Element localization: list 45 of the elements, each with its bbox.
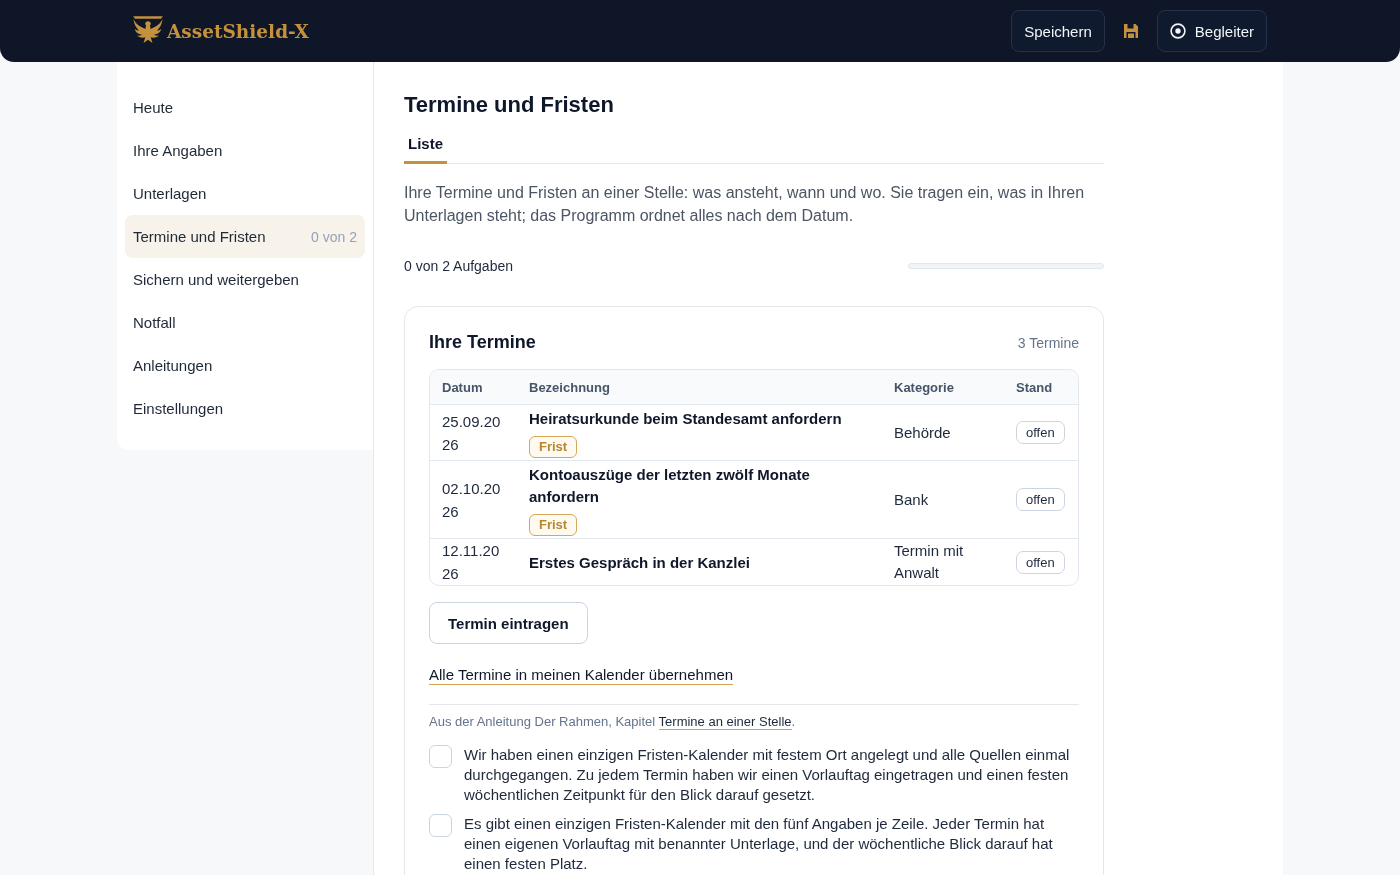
date-cell-text: 02.10.2026	[441, 478, 502, 522]
tab[interactable]: Liste	[404, 130, 447, 164]
checkbox[interactable]	[429, 814, 452, 837]
category-cell-text: Bank	[893, 489, 930, 510]
save-button[interactable]: Speichern	[1011, 10, 1105, 52]
checklist-text: Es gibt einen einzigen Fristen-Kalender mit den fünf Angaben je Zeile. Jeder Termin hat einen eigenen Vorlauftag mit benannter Unterlage, und der wöchentliche Blick darauf hat einen festen Platz.	[464, 814, 1054, 874]
status-button[interactable]: offen	[1016, 421, 1065, 444]
category-cell-text: Behörde	[893, 422, 952, 443]
checklist-text: Wir haben einen einzigen Fristen-Kalender mit festem Ort angelegt und alle Quellen einmal durchgegangen. Zu jedem Termin haben wir einen Vorlauftag eingetragen und einen festen wöchentlichen Zeitpunkt für den Blick darauf gesetzt.	[464, 745, 1071, 805]
sidebar-item[interactable]: Notfall	[125, 301, 365, 344]
appointment-title: Heiratsurkunde beim Standesamt anfordern	[529, 409, 843, 429]
chapter-link[interactable]: Termine an einer Stelle	[658, 714, 792, 730]
date-cell-text: 25.09.2026	[441, 411, 502, 455]
sidebar-item[interactable]: Einstellungen	[125, 387, 365, 430]
sidebar-item[interactable]: Termine und Fristen 0 von 2	[125, 215, 365, 258]
sidebar-item[interactable]: Unterlagen	[125, 172, 365, 215]
appointment-title: Kontoauszüge der letzten zwölf Monate anfordern	[529, 465, 811, 507]
column-header: Stand	[1015, 379, 1054, 395]
column-header: Kategorie	[893, 379, 955, 395]
progress-label: 0 von 2 Aufgaben	[404, 258, 513, 274]
appointment-title: Erstes Gespräch in der Kanzlei	[529, 552, 751, 573]
column-header: Datum	[441, 379, 484, 395]
source-note: Aus der Anleitung Der Rahmen, Kapitel Termine an einer Stelle.	[429, 713, 797, 731]
date-cell-text: 12.11.2026	[441, 541, 501, 584]
calendar-export-link[interactable]: Alle Termine in meinen Kalender übernehmen	[429, 665, 734, 685]
companion-button[interactable]: Begleiter	[1156, 10, 1267, 52]
deadline-badge: Frist	[529, 436, 578, 458]
brand-name: AssetShield-X	[167, 20, 309, 42]
page-title: Termine und Fristen	[404, 91, 615, 119]
status-button[interactable]: offen	[1016, 550, 1065, 574]
sidebar-item[interactable]: Ihre Angaben	[125, 129, 365, 172]
deadline-badge: Frist	[529, 514, 578, 536]
column-header: Bezeichnung	[528, 379, 611, 395]
intro-text: Ihre Termine und Fristen an einer Stelle: was ansteht, wann und wo. Sie tragen ein, was in Ihren Unterlagen steht; das Programm ordnet alles nach dem Datum.	[404, 183, 1086, 226]
card-title: Ihre Termine	[429, 331, 536, 353]
sidebar-item[interactable]: Heute	[125, 86, 365, 129]
status-button[interactable]: offen	[1016, 488, 1065, 511]
appointment-count: 3 Termine	[1017, 335, 1079, 351]
sidebar-item[interactable]: Anleitungen	[125, 344, 365, 387]
sidebar-item[interactable]: Sichern und weitergeben	[125, 258, 365, 301]
checkbox[interactable]	[429, 745, 452, 768]
item-count: 0 von 2	[311, 228, 357, 245]
category-cell-text: Termin mit Anwalt	[893, 541, 965, 583]
circle-dot-icon	[1169, 23, 1186, 39]
add-appointment-button[interactable]: Termin eintragen	[429, 602, 588, 644]
